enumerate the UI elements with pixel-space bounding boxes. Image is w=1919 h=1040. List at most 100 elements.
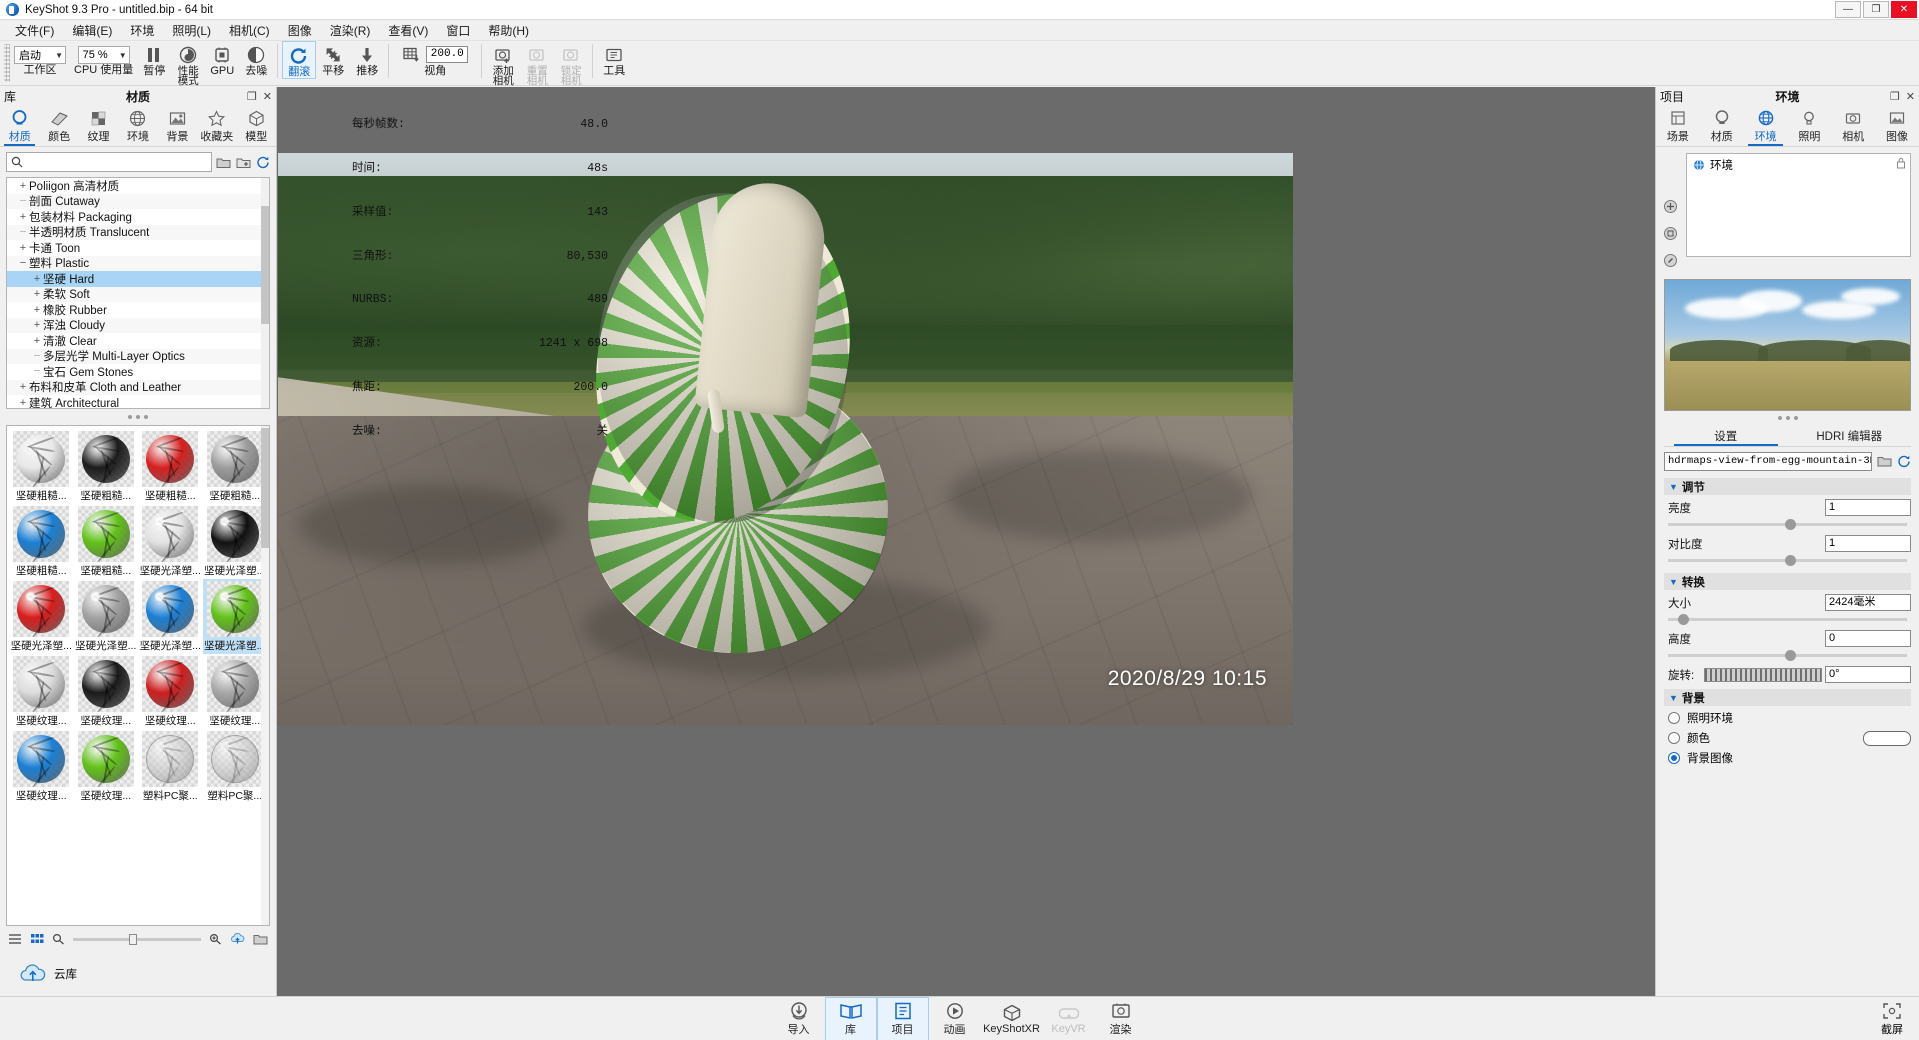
material-thumbnail[interactable]: 坚硬纹理... [9, 729, 74, 804]
view-angle-control[interactable]: 200.0 视角 [393, 41, 477, 77]
thumbnail-size-slider-knob[interactable] [129, 933, 138, 945]
dolly-tool-button[interactable]: 推移 [350, 41, 384, 77]
material-thumbnail[interactable]: 坚硬粗糙... [9, 504, 74, 579]
collapse-toggle-icon[interactable]: − [17, 257, 29, 269]
render-viewport[interactable]: 2020/8/29 10:15 每秒帧数: 48.0 时间: 48s 采样值: 143… [278, 87, 1654, 996]
slider-knob[interactable] [1785, 555, 1797, 566]
material-grid-scrollbar-thumb[interactable] [261, 428, 269, 548]
bottom-item-library[interactable]: 库 [824, 996, 877, 1040]
sub-tab-hdri-editor[interactable]: HDRI 编辑器 [1788, 425, 1912, 446]
refresh-icon[interactable] [1897, 455, 1911, 468]
section-header-background[interactable]: ▼ 背景 [1664, 689, 1911, 706]
open-folder-icon[interactable] [253, 933, 268, 945]
tree-row[interactable]: + 浑浊 Cloudy [7, 317, 269, 333]
denoise-button[interactable]: 去噪 [239, 41, 273, 77]
tree-row[interactable]: + 清澈 Clear [7, 333, 269, 349]
zoom-icon[interactable] [52, 933, 65, 945]
tree-row[interactable]: + 布料和皮革 Cloth and Leather [7, 379, 269, 395]
lock-icon[interactable] [1896, 157, 1906, 169]
library-tab-colors[interactable]: 颜色 [39, 104, 78, 146]
list-item[interactable]: 环境 [1687, 154, 1910, 176]
material-thumbnail[interactable]: 坚硬光泽塑... [138, 504, 203, 579]
height-input[interactable]: 0 [1825, 630, 1911, 647]
size-input[interactable]: 2424毫米 [1825, 594, 1911, 611]
bottom-item-import[interactable]: 导入 [773, 997, 825, 1040]
tools-button[interactable]: 工具 [597, 41, 631, 77]
expand-toggle-icon[interactable]: + [31, 319, 43, 331]
material-thumbnail[interactable]: 坚硬光泽塑... [9, 579, 74, 654]
expand-toggle-icon[interactable]: + [31, 273, 43, 285]
size-slider[interactable] [1668, 614, 1907, 625]
tree-row[interactable]: + Poliigon 高清材质 [7, 178, 269, 194]
material-thumbnail[interactable]: 坚硬粗糙... [9, 429, 74, 504]
link-environment-icon[interactable] [1663, 253, 1678, 268]
library-close-icon[interactable]: ✕ [263, 90, 272, 103]
material-thumbnail[interactable]: 塑料PC聚... [203, 729, 268, 804]
bottom-item-keyshotxr[interactable]: KeyShotXR [981, 997, 1043, 1040]
project-tab-camera[interactable]: 相机 [1831, 104, 1875, 146]
project-tab-materials[interactable]: 材质 [1700, 104, 1744, 146]
refresh-icon[interactable] [256, 156, 270, 169]
background-option-lighting-environment[interactable]: 照明环境 [1656, 706, 1919, 726]
menu-image[interactable]: 图像 [279, 20, 321, 41]
tree-row[interactable]: ╌ 宝石 Gem Stones [7, 364, 269, 380]
material-thumbnail[interactable]: 坚硬纹理... [74, 729, 139, 804]
material-thumbnail[interactable]: 坚硬粗糙... [74, 429, 139, 504]
material-thumbnail[interactable]: 坚硬粗糙... [138, 429, 203, 504]
maximize-button[interactable]: ❐ [1863, 1, 1889, 18]
contrast-slider[interactable] [1668, 555, 1907, 566]
minimize-button[interactable]: — [1835, 1, 1861, 18]
bottom-item-project[interactable]: 项目 [876, 996, 929, 1040]
duplicate-environment-icon[interactable] [1663, 226, 1678, 241]
material-thumbnail[interactable]: 坚硬光泽塑... [203, 504, 268, 579]
upload-icon[interactable] [230, 933, 245, 945]
tree-row[interactable]: − 塑料 Plastic [7, 255, 269, 271]
screenshot-button[interactable]: 截屏 [1881, 1001, 1903, 1037]
slider-knob[interactable] [1785, 519, 1797, 530]
pause-button[interactable]: 暂停 [137, 41, 171, 77]
background-color-swatch[interactable] [1863, 730, 1911, 746]
project-tab-scene[interactable]: 场景 [1656, 104, 1700, 146]
library-tab-backplates[interactable]: 背景 [158, 104, 197, 146]
material-thumbnail[interactable]: 坚硬光泽塑... [202, 579, 267, 654]
tree-row[interactable]: + 卡通 Toon [7, 240, 269, 256]
right-panel-splitter[interactable] [1656, 411, 1919, 425]
menu-camera[interactable]: 相机(C) [220, 20, 279, 41]
panel-splitter[interactable] [0, 409, 276, 425]
project-close-icon[interactable]: ✕ [1906, 90, 1915, 103]
bottom-item-render[interactable]: 渲染 [1095, 997, 1147, 1040]
expand-toggle-icon[interactable]: + [17, 381, 29, 393]
material-thumbnail[interactable]: 坚硬光泽塑... [74, 579, 139, 654]
radio-button[interactable] [1668, 712, 1680, 724]
menu-edit[interactable]: 编辑(E) [63, 20, 121, 41]
brightness-input[interactable]: 1 [1825, 499, 1911, 516]
tree-row[interactable]: + 柔软 Soft [7, 286, 269, 302]
view-angle-input[interactable]: 200.0 [426, 46, 469, 63]
expand-toggle-icon[interactable]: + [31, 304, 43, 316]
gpu-button[interactable]: GPU [205, 41, 239, 77]
material-thumbnail[interactable]: 坚硬纹理... [138, 654, 203, 729]
material-grid-scrollbar[interactable] [261, 426, 269, 925]
menu-render[interactable]: 渲染(R) [321, 20, 380, 41]
tree-row[interactable]: + 包装材料 Packaging [7, 209, 269, 225]
search-box[interactable] [6, 152, 212, 172]
close-button[interactable]: ✕ [1891, 1, 1917, 18]
tumble-tool-button[interactable]: 翻滚 [282, 41, 317, 79]
menu-environment[interactable]: 环境 [121, 20, 163, 41]
expand-toggle-icon[interactable]: + [31, 335, 43, 347]
project-tab-environment[interactable]: 环境 [1744, 104, 1788, 146]
library-tab-textures[interactable]: 纹理 [79, 104, 118, 146]
tree-row[interactable]: ╌ 剖面 Cutaway [7, 193, 269, 209]
spiral-3d-object[interactable] [574, 177, 918, 668]
bottom-item-keyvr[interactable]: KeyVR [1043, 997, 1095, 1040]
project-undock-icon[interactable]: ❐ [1890, 90, 1900, 103]
contrast-input[interactable]: 1 [1825, 535, 1911, 552]
height-slider[interactable] [1668, 650, 1907, 661]
cpu-combo[interactable]: 75 % ▼ [77, 46, 130, 64]
workspace-selector[interactable]: 启动 ▼ 工作区 [10, 41, 70, 76]
expand-toggle-icon[interactable]: + [31, 288, 43, 300]
grid-view-icon[interactable] [30, 933, 44, 945]
expand-toggle-icon[interactable]: + [17, 180, 29, 192]
library-tab-materials[interactable]: 材质 [0, 104, 39, 146]
project-tab-image[interactable]: 图像 [1875, 104, 1919, 146]
